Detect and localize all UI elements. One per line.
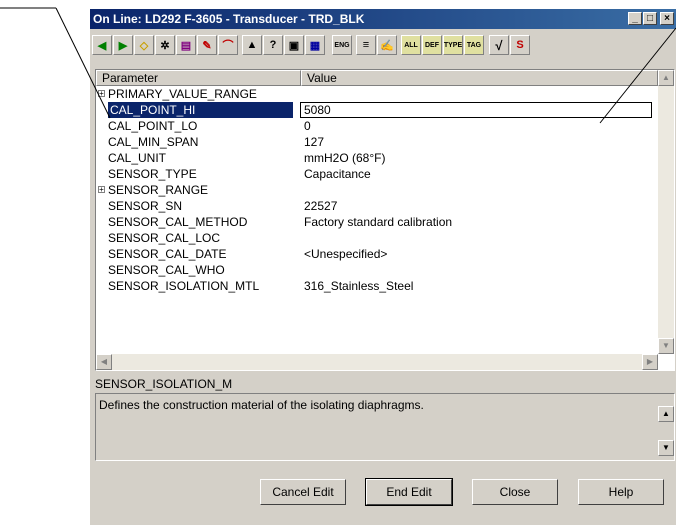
close-button[interactable]: × xyxy=(660,12,674,25)
description-text: Defines the construction material of the… xyxy=(99,398,424,412)
eng-button-icon[interactable]: ENG xyxy=(332,35,352,55)
parameter-grid: Parameter Value + PRIMARY_VALUE_RANGE CA… xyxy=(95,69,675,371)
horizontal-scrollbar[interactable]: ◀ ▶ xyxy=(96,354,658,370)
table-row[interactable]: CAL_UNIT mmH2O (68°F) xyxy=(96,150,646,166)
def-button-icon[interactable]: DEF xyxy=(422,35,442,55)
vertical-scrollbar[interactable]: ▲ ▼ xyxy=(658,70,674,354)
table-row[interactable]: + PRIMARY_VALUE_RANGE xyxy=(96,86,646,102)
diamond-icon[interactable]: ◇ xyxy=(134,35,154,55)
list-icon[interactable]: ≡ xyxy=(356,35,376,55)
gear-icon[interactable]: ✲ xyxy=(155,35,175,55)
desc-scroll-down-icon[interactable]: ▼ xyxy=(658,440,674,456)
parameter-column-header[interactable]: Parameter xyxy=(96,70,301,86)
table-row[interactable]: SENSOR_ISOLATION_MTL 316_Stainless_Steel xyxy=(96,278,646,294)
minimize-button[interactable]: _ xyxy=(628,12,642,25)
write-icon[interactable]: ✍ xyxy=(377,35,397,55)
monitor-icon[interactable]: ▣ xyxy=(284,35,304,55)
scroll-right-icon[interactable]: ▶ xyxy=(642,354,658,370)
table-row[interactable]: SENSOR_CAL_DATE <Unespecified> xyxy=(96,246,646,262)
mountain-icon[interactable]: ▲ xyxy=(242,35,262,55)
table-row[interactable]: SENSOR_CAL_LOC xyxy=(96,230,646,246)
window-title: On Line: LD292 F-3605 - Transducer - TRD… xyxy=(93,12,365,26)
table-row[interactable]: + SENSOR_RANGE xyxy=(96,182,646,198)
table-row[interactable]: SENSOR_TYPE Capacitance xyxy=(96,166,646,182)
document-icon[interactable]: ▦ xyxy=(305,35,325,55)
description-box: Defines the construction material of the… xyxy=(95,393,675,461)
forward-arrow-icon[interactable]: ▶ xyxy=(113,35,133,55)
value-edit-input[interactable]: 5080 xyxy=(300,102,652,118)
table-row[interactable]: CAL_MIN_SPAN 127 xyxy=(96,134,646,150)
end-edit-button[interactable]: End Edit xyxy=(365,478,453,506)
pencil-icon[interactable]: ✎ xyxy=(197,35,217,55)
table-row[interactable]: SENSOR_CAL_METHOD Factory standard calib… xyxy=(96,214,646,230)
scroll-left-icon[interactable]: ◀ xyxy=(96,354,112,370)
checkmark-icon[interactable]: √ xyxy=(489,35,509,55)
expand-icon[interactable]: + xyxy=(98,90,105,98)
edit-form-icon[interactable]: ▤ xyxy=(176,35,196,55)
maximize-button[interactable]: □ xyxy=(643,12,657,25)
help-search-icon[interactable]: ? xyxy=(263,35,283,55)
brush-icon[interactable]: ⌒ xyxy=(218,35,238,55)
title-bar: On Line: LD292 F-3605 - Transducer - TRD… xyxy=(90,9,676,29)
table-row[interactable]: SENSOR_CAL_WHO xyxy=(96,262,646,278)
table-row[interactable]: CAL_POINT_LO 0 xyxy=(96,118,646,134)
scroll-down-icon[interactable]: ▼ xyxy=(658,338,674,354)
table-row-selected[interactable]: CAL_POINT_HI 5080 xyxy=(96,102,652,118)
back-arrow-icon[interactable]: ◀ xyxy=(92,35,112,55)
s-icon[interactable]: S xyxy=(510,35,530,55)
tag-button-icon[interactable]: TAG xyxy=(464,35,484,55)
description-label: SENSOR_ISOLATION_M xyxy=(95,377,233,391)
toolbar: ◀ ▶ ◇ ✲ ▤ ✎ ⌒ ▲ ? ▣ ▦ ENG ≡ ✍ ALL DEF TY… xyxy=(92,33,652,57)
cancel-edit-button[interactable]: Cancel Edit xyxy=(260,479,346,505)
table-row[interactable]: SENSOR_SN 22527 xyxy=(96,198,646,214)
desc-scroll-up-icon[interactable]: ▲ xyxy=(658,406,674,422)
value-column-header[interactable]: Value xyxy=(301,70,658,86)
type-button-icon[interactable]: TYPE xyxy=(443,35,463,55)
close-dialog-button[interactable]: Close xyxy=(472,479,558,505)
scroll-up-icon[interactable]: ▲ xyxy=(658,70,674,86)
transducer-window: On Line: LD292 F-3605 - Transducer - TRD… xyxy=(89,8,676,525)
help-button[interactable]: Help xyxy=(578,479,664,505)
expand-icon[interactable]: + xyxy=(98,186,105,194)
all-button-icon[interactable]: ALL xyxy=(401,35,421,55)
